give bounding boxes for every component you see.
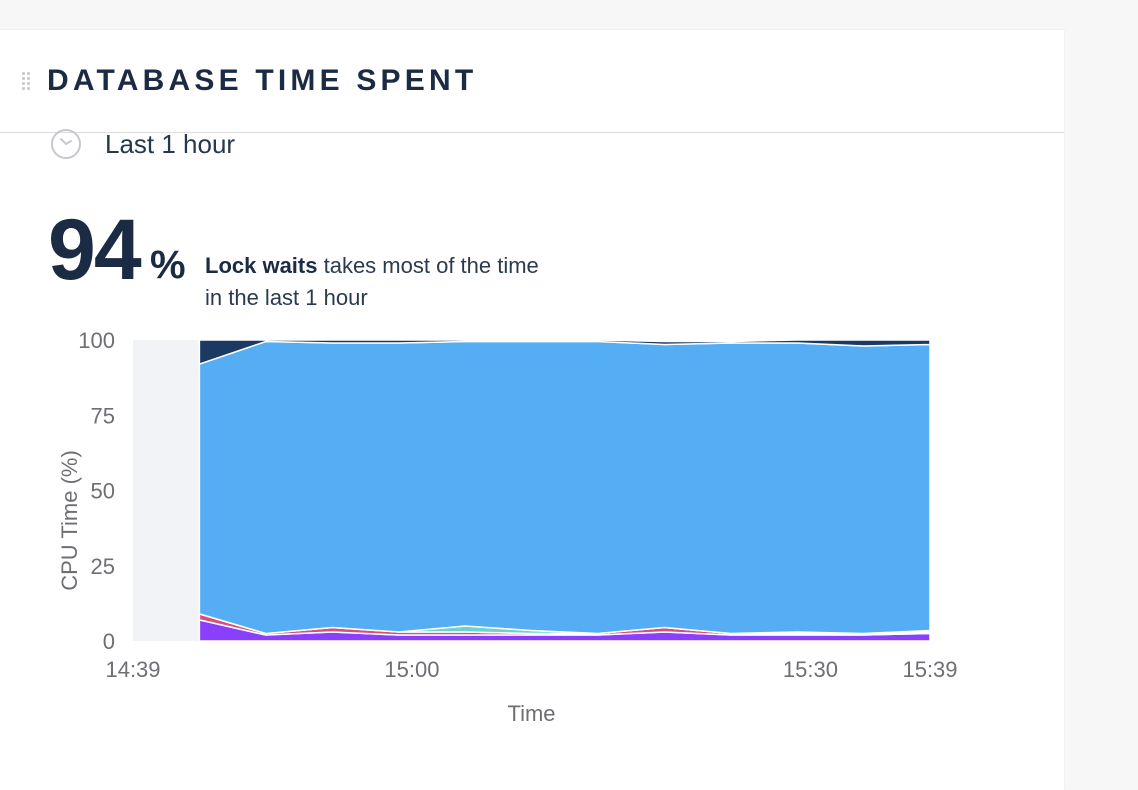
y-tick-label: 25: [91, 554, 115, 579]
area-series-3: [198, 340, 931, 635]
x-tick-label: 15:30: [783, 657, 838, 682]
cpu-time-chart: 0 25 50 75 100 14:39 15:00 15:30 15:39 Time CPU Ti…: [57, 328, 958, 726]
y-tick-label: 75: [91, 403, 115, 428]
x-tick-label: 15:39: [902, 657, 957, 682]
no-data-region: [133, 340, 200, 641]
y-tick-label: 0: [103, 629, 115, 654]
y-tick-label: 100: [78, 328, 115, 353]
x-axis-label: Time: [507, 701, 555, 726]
x-tick-label: 15:00: [384, 657, 439, 682]
y-axis-label: CPU Time (%): [57, 450, 82, 591]
y-tick-label: 50: [91, 479, 115, 504]
x-tick-label: 14:39: [105, 657, 160, 682]
